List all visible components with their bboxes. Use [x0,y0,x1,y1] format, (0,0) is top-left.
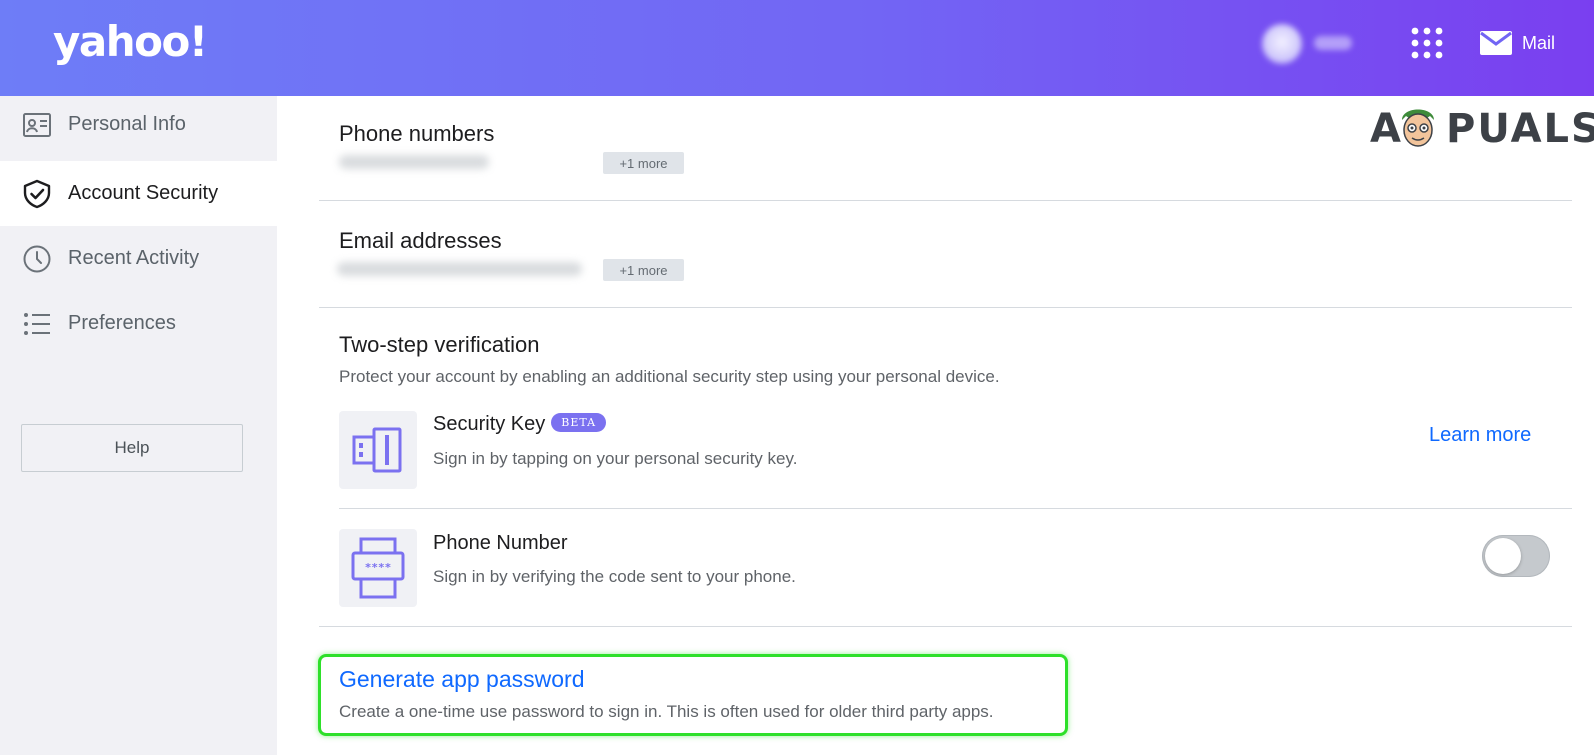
phone-numbers-title: Phone numbers [339,121,495,146]
toggle-knob [1485,538,1521,574]
two-step-description: Protect your account by enabling an addi… [339,367,1000,386]
sidebar: Personal Info Account Security Recent Ac… [0,96,277,755]
envelope-icon [1480,31,1512,55]
main-content: Phone numbers +1 more Email addresses +1… [277,96,1594,755]
usb-key-icon [352,427,402,473]
sidebar-item-personal-info[interactable]: Personal Info [0,92,277,157]
learn-more-link[interactable]: Learn more [1429,424,1531,447]
avatar[interactable] [1262,24,1302,64]
appuals-watermark: A PUALS [1370,98,1594,158]
id-card-icon [23,112,51,137]
beta-badge: BETA [551,413,607,433]
divider [319,307,1572,308]
security-key-icon-tile [339,411,417,489]
sidebar-item-label: Preferences [68,312,176,334]
phone-number-method-title: Phone Number [433,532,568,554]
yahoo-logo[interactable]: yahoo! [53,14,208,70]
sidebar-item-account-security[interactable]: Account Security [0,161,277,226]
security-key-description: Sign in by tapping on your personal secu… [433,449,798,468]
generate-app-password-link[interactable]: Generate app password [339,666,585,693]
security-key-label: Security Key [433,413,546,435]
phone-more-badge[interactable]: +1 more [603,152,684,174]
divider [339,508,1572,509]
account-name-blurred [1314,36,1352,50]
phone-number-blurred [339,155,489,169]
mail-link[interactable]: Mail [1480,26,1555,60]
phone-number-icon-tile: **** [339,529,417,607]
app-password-description: Create a one-time use password to sign i… [339,702,994,721]
svg-text:****: **** [365,561,392,574]
account-menu[interactable] [1262,22,1372,66]
divider [319,626,1572,627]
phone-number-method-description: Sign in by verifying the code sent to yo… [433,567,796,586]
list-icon [24,312,50,335]
apps-grid-icon[interactable] [1410,26,1444,60]
mascot-icon [1402,109,1434,147]
clock-icon [23,245,51,272]
email-more-badge[interactable]: +1 more [603,259,684,281]
sidebar-item-label: Personal Info [68,113,186,135]
email-address-blurred [337,262,582,276]
sidebar-item-label: Account Security [68,182,219,204]
email-addresses-title: Email addresses [339,228,502,253]
help-button[interactable]: Help [21,424,243,472]
top-header: yahoo! Mail [0,0,1594,96]
phone-code-icon: **** [351,537,405,599]
phone-number-toggle[interactable] [1482,535,1550,577]
sidebar-item-preferences[interactable]: Preferences [0,291,277,356]
sidebar-item-recent-activity[interactable]: Recent Activity [0,226,277,291]
security-key-title: Security Key BETA [433,413,607,436]
shield-check-icon [23,179,51,208]
watermark-text-right: PUALS [1446,106,1594,152]
divider [319,200,1572,201]
mail-label: Mail [1522,32,1556,53]
sidebar-item-label: Recent Activity [68,247,200,269]
two-step-title: Two-step verification [339,332,540,357]
